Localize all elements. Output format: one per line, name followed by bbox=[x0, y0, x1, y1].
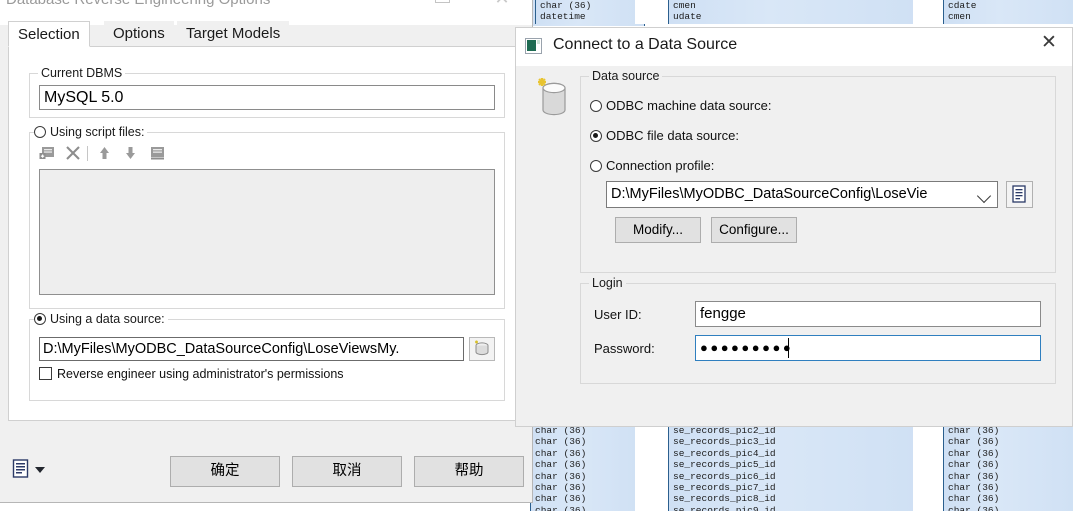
script-toolbar bbox=[39, 145, 239, 165]
diagram-gap bbox=[913, 0, 943, 24]
edit-script-icon[interactable] bbox=[149, 145, 169, 163]
use-script-files-label: Using script files: bbox=[50, 125, 145, 139]
configure-button[interactable]: Configure... bbox=[711, 217, 797, 243]
current-dbms-input[interactable]: MySQL 5.0 bbox=[39, 85, 495, 110]
diagram-gap bbox=[635, 425, 668, 511]
data-source-group: Data source ODBC machine data source: OD… bbox=[580, 69, 1056, 273]
maximize-button[interactable] bbox=[420, 0, 464, 11]
move-up-icon[interactable] bbox=[97, 145, 117, 163]
checkbox-icon bbox=[39, 367, 52, 380]
password-input[interactable]: ●●●●●●●●● bbox=[695, 335, 1041, 361]
document-icon-button[interactable] bbox=[1006, 181, 1033, 208]
radio-connection-profile-label: Connection profile: bbox=[606, 158, 715, 173]
database-reverse-engineering-options-window: Database Reverse Engineering Options – ✕… bbox=[0, 0, 533, 503]
diagram-gap bbox=[635, 0, 668, 24]
selection-tab-panel: Current DBMS MySQL 5.0 Using script file… bbox=[8, 46, 524, 421]
reveng-window-title: Database Reverse Engineering Options bbox=[6, 0, 270, 8]
database-cylinder-icon bbox=[534, 76, 574, 122]
data-source-group: Using a data source: D:\MyFiles\MyODBC_D… bbox=[29, 312, 505, 401]
current-dbms-group: Current DBMS MySQL 5.0 bbox=[29, 66, 505, 118]
radio-connection-profile[interactable]: Connection profile: bbox=[590, 158, 714, 173]
radio-icon-selected bbox=[34, 313, 46, 325]
diagram-table-fragment: cdate cmen bbox=[943, 0, 1073, 24]
user-id-input[interactable]: fengge bbox=[695, 301, 1041, 327]
login-group-label: Login bbox=[589, 276, 626, 290]
connection-profile-value: D:\MyFiles\MyODBC_DataSourceConfig\LoseV… bbox=[611, 186, 928, 202]
login-group: Login User ID: fengge Password: ●●●●●●●●… bbox=[580, 276, 1056, 384]
admin-permissions-checkbox[interactable]: Reverse engineer using administrator's p… bbox=[39, 367, 344, 381]
delete-icon[interactable] bbox=[65, 145, 85, 163]
close-icon[interactable]: ✕ bbox=[1026, 28, 1072, 58]
toolbar-separator bbox=[87, 146, 88, 161]
connect-to-data-source-dialog: Connect to a Data Source ✕ Data source O… bbox=[515, 27, 1073, 427]
radio-icon-selected bbox=[590, 130, 602, 142]
diagram-table-fragment: char (36) datetime bbox=[535, 0, 645, 24]
tab-options[interactable]: Options bbox=[104, 21, 174, 47]
caret-down-icon[interactable] bbox=[35, 467, 45, 473]
radio-odbc-machine-data-source[interactable]: ODBC machine data source: bbox=[590, 98, 771, 113]
diagram-table-fragment: char (36) char (36) char (36) char (36) … bbox=[530, 425, 645, 511]
diagram-table-fragment: se_records_pic2_id se_records_pic3_id se… bbox=[668, 425, 923, 511]
ok-button[interactable]: 确定 bbox=[170, 456, 280, 487]
connect-titlebar: Connect to a Data Source ✕ bbox=[516, 28, 1072, 66]
use-script-files-radio[interactable]: Using script files: bbox=[34, 125, 148, 139]
print-preview-icon[interactable] bbox=[12, 459, 29, 478]
cancel-button[interactable]: 取消 bbox=[292, 456, 402, 487]
diagram-table-fragment: cmen udate bbox=[668, 0, 923, 24]
close-button[interactable]: ✕ bbox=[480, 0, 524, 11]
data-source-icon bbox=[525, 38, 542, 54]
current-dbms-label: Current DBMS bbox=[38, 66, 126, 80]
diagram-table-fragment: char (36) char (36) char (36) char (36) … bbox=[943, 425, 1073, 511]
help-button[interactable]: 帮助 bbox=[414, 456, 524, 487]
script-files-list[interactable] bbox=[39, 169, 495, 295]
data-source-group-label: Data source bbox=[589, 69, 663, 83]
radio-icon bbox=[590, 160, 602, 172]
modify-button[interactable]: Modify... bbox=[615, 217, 701, 243]
radio-icon bbox=[34, 126, 46, 138]
connect-dialog-title: Connect to a Data Source bbox=[553, 36, 738, 53]
use-data-source-radio[interactable]: Using a data source: bbox=[34, 312, 168, 326]
tab-selection[interactable]: Selection bbox=[8, 21, 90, 47]
maximize-icon bbox=[434, 0, 450, 3]
move-down-icon[interactable] bbox=[123, 145, 143, 163]
use-data-source-label: Using a data source: bbox=[50, 312, 165, 326]
radio-odbc-machine-label: ODBC machine data source: bbox=[606, 98, 772, 113]
minimize-button[interactable]: – bbox=[355, 0, 399, 11]
add-script-icon[interactable] bbox=[39, 145, 59, 163]
text-cursor bbox=[788, 338, 789, 358]
radio-odbc-file-data-source[interactable]: ODBC file data source: bbox=[590, 128, 739, 143]
reveng-footer: 确定 取消 帮助 bbox=[0, 425, 531, 495]
chevron-down-icon[interactable] bbox=[976, 188, 992, 204]
data-source-browse-button[interactable] bbox=[469, 337, 495, 361]
data-source-path-input[interactable]: D:\MyFiles\MyODBC_DataSourceConfig\LoseV… bbox=[39, 337, 464, 361]
admin-permissions-label: Reverse engineer using administrator's p… bbox=[57, 367, 344, 381]
script-files-group: Using script files: bbox=[29, 125, 505, 309]
user-id-label: User ID: bbox=[594, 307, 642, 322]
radio-odbc-file-label: ODBC file data source: bbox=[606, 128, 739, 143]
connection-profile-combobox[interactable]: D:\MyFiles\MyODBC_DataSourceConfig\LoseV… bbox=[606, 181, 998, 208]
tab-strip: Selection Options Target Models bbox=[8, 21, 524, 47]
diagram-gap bbox=[913, 425, 943, 511]
tab-target-models[interactable]: Target Models bbox=[177, 21, 290, 47]
password-label: Password: bbox=[594, 341, 655, 356]
radio-icon bbox=[590, 100, 602, 112]
